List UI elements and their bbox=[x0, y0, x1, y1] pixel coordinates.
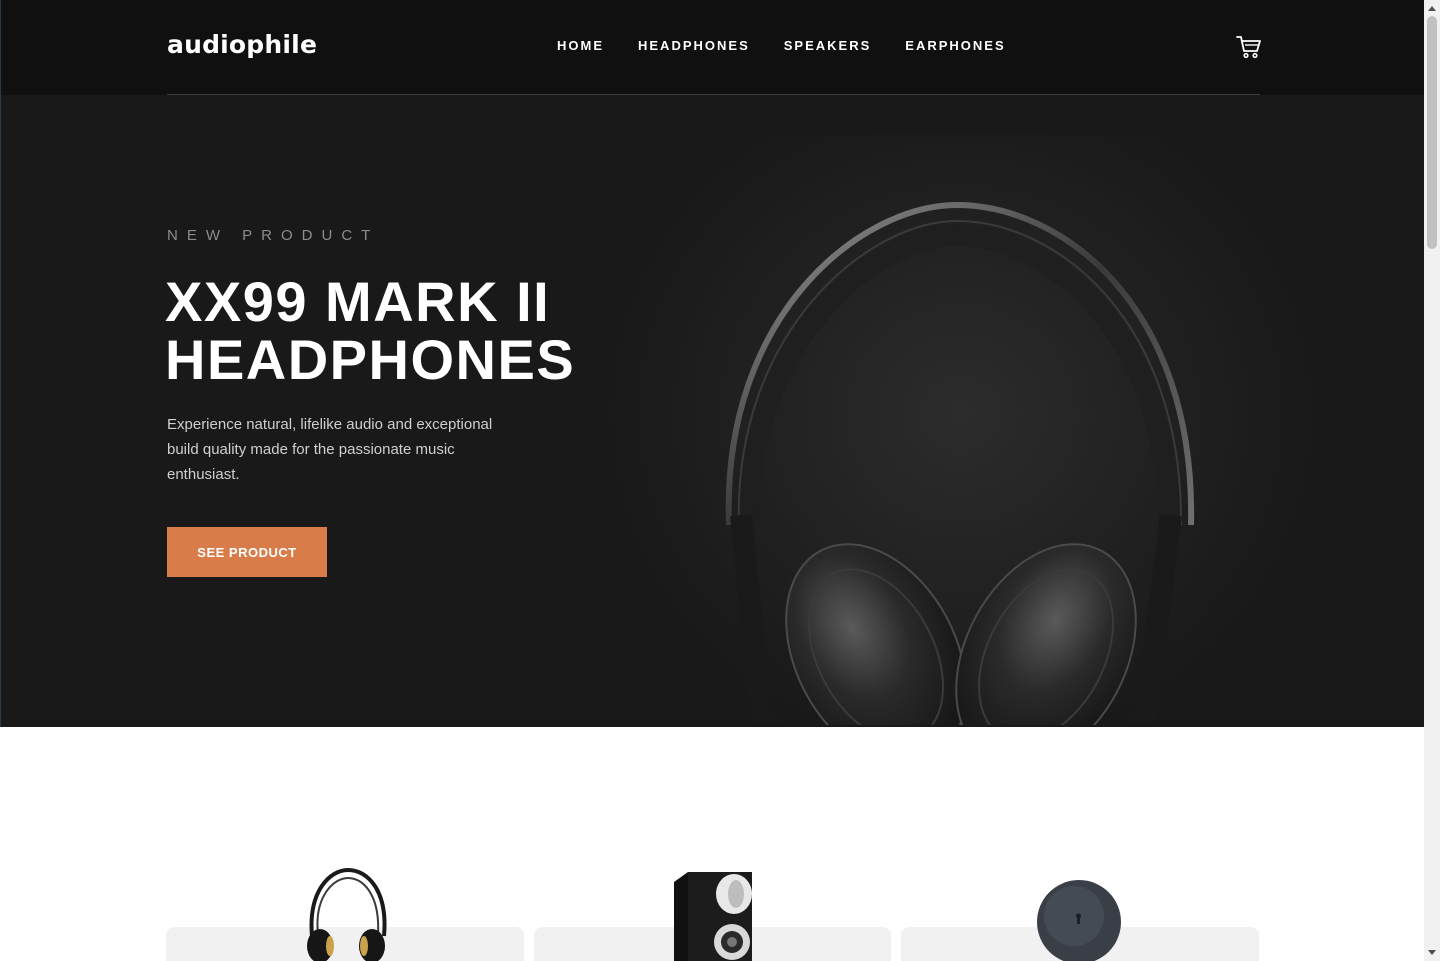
scrollbar-thumb[interactable] bbox=[1427, 16, 1437, 249]
scroll-down-arrow-icon[interactable] bbox=[1428, 950, 1436, 955]
nav-earphones[interactable]: EARPHONES bbox=[905, 37, 1005, 55]
site-header: audiophile HOME HEADPHONES SPEAKERS EARP… bbox=[0, 0, 1424, 95]
hero-title-line-2: HEADPHONES bbox=[165, 328, 576, 391]
hero-title: XX99 MARK II HEADPHONES bbox=[165, 273, 625, 389]
nav-home[interactable]: HOME bbox=[557, 37, 604, 55]
nav-speakers[interactable]: SPEAKERS bbox=[784, 37, 872, 55]
headphones-image bbox=[307, 867, 387, 961]
main-nav: HOME HEADPHONES SPEAKERS EARPHONES bbox=[557, 37, 1006, 55]
logo[interactable]: audiophile bbox=[167, 28, 317, 62]
see-product-button[interactable]: SEE PRODUCT bbox=[167, 527, 327, 577]
nav-headphones[interactable]: HEADPHONES bbox=[638, 37, 750, 55]
earphones-image bbox=[1037, 880, 1121, 961]
scroll-up-arrow-icon[interactable] bbox=[1428, 6, 1436, 11]
cart-icon[interactable] bbox=[1236, 35, 1262, 59]
speaker-image bbox=[674, 872, 752, 961]
hero-headphones-image bbox=[725, 201, 1195, 725]
page: audiophile HOME HEADPHONES SPEAKERS EARP… bbox=[0, 0, 1424, 961]
hero-eyebrow: NEW PRODUCT bbox=[167, 227, 380, 244]
hero-description: Experience natural, lifelike audio and e… bbox=[167, 416, 493, 483]
hero-section: NEW PRODUCT XX99 MARK II HEADPHONES Expe… bbox=[0, 95, 1424, 727]
page-scrollbar[interactable] bbox=[1424, 0, 1440, 961]
hero-title-line-1: XX99 MARK II bbox=[165, 270, 551, 333]
